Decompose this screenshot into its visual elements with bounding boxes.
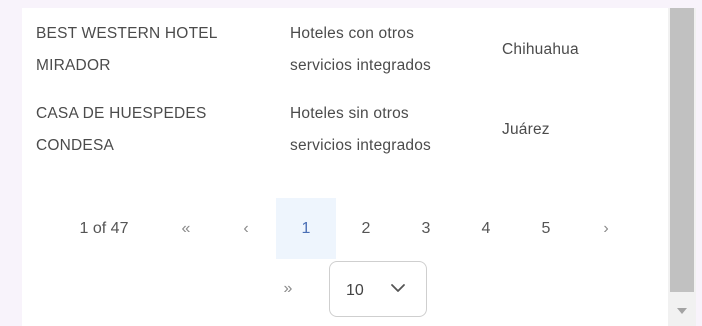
page-button-1[interactable]: 1	[276, 198, 336, 259]
category-line: servicios integrados	[290, 137, 431, 154]
double-chevron-left-icon: «	[181, 220, 191, 237]
results-table: BEST WESTERN HOTEL MIRADOR Hoteles con o…	[22, 8, 668, 326]
hotel-name-line: MIRADOR	[36, 57, 111, 74]
table-row[interactable]: BEST WESTERN HOTEL MIRADOR Hoteles con o…	[36, 18, 656, 106]
hotel-name-cell: CASA DE HUESPEDES CONDESA	[36, 98, 281, 162]
category-line: Hoteles sin otros	[290, 105, 409, 122]
page-button-5[interactable]: 5	[516, 198, 576, 259]
first-page-button[interactable]: «	[168, 198, 204, 259]
page-button-4[interactable]: 4	[456, 198, 516, 259]
page-button-2[interactable]: 2	[336, 198, 396, 259]
pagination: 1 of 47 « ‹ 1 2 3 4 5 › » 10	[22, 198, 668, 318]
page-info: 1 of 47	[79, 220, 129, 237]
category-cell: Hoteles con otros servicios integrados	[290, 18, 500, 82]
scroll-down-arrow-icon[interactable]	[677, 308, 687, 314]
double-chevron-right-icon: »	[283, 280, 293, 297]
page-size-value: 10	[346, 282, 364, 299]
page-size-select[interactable]: 10	[329, 261, 427, 317]
category-line: servicios integrados	[290, 57, 431, 74]
hotel-name-line: CASA DE HUESPEDES	[36, 105, 207, 122]
city-cell: Juárez	[502, 121, 550, 138]
page-button-3[interactable]: 3	[396, 198, 456, 259]
next-page-button[interactable]: ›	[588, 198, 624, 259]
city-cell: Chihuahua	[502, 41, 579, 58]
scrollbar-thumb[interactable]	[670, 8, 694, 292]
category-line: Hoteles con otros	[290, 25, 415, 42]
chevron-left-icon: ‹	[243, 220, 249, 237]
table-row[interactable]: CASA DE HUESPEDES CONDESA Hoteles sin ot…	[36, 98, 656, 186]
last-page-button[interactable]: »	[270, 261, 306, 317]
hotel-name-line: CONDESA	[36, 137, 115, 154]
chevron-down-icon	[391, 284, 405, 292]
hotel-name-line: BEST WESTERN HOTEL	[36, 25, 218, 42]
vertical-scrollbar[interactable]	[668, 8, 696, 326]
chevron-right-icon: ›	[603, 220, 609, 237]
hotel-name-cell: BEST WESTERN HOTEL MIRADOR	[36, 18, 281, 82]
previous-page-button[interactable]: ‹	[228, 198, 264, 259]
category-cell: Hoteles sin otros servicios integrados	[290, 98, 500, 162]
